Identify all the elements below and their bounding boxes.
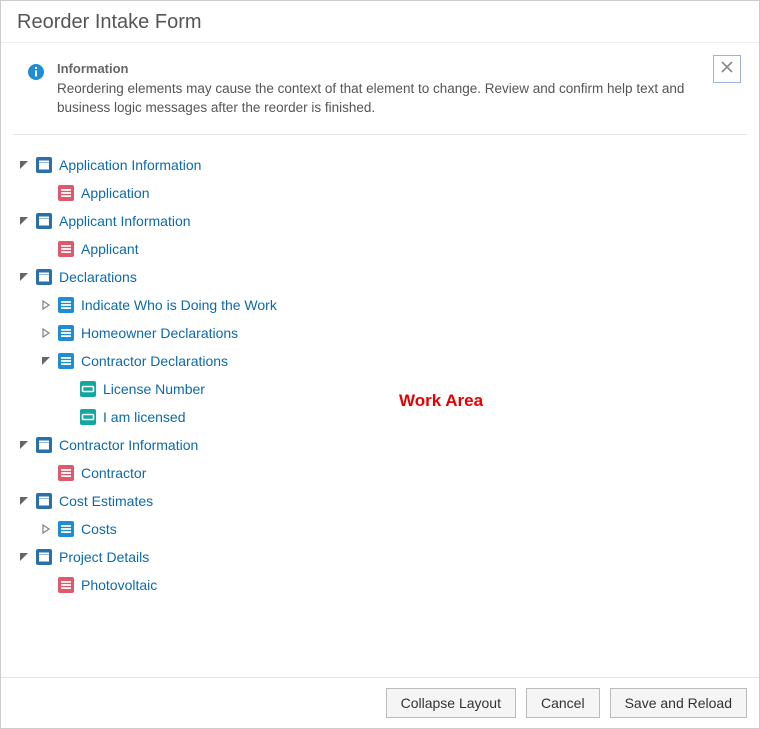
tree-label: Photovoltaic [81,577,157,593]
save-and-reload-button[interactable]: Save and Reload [610,688,747,718]
tree-node-contractor: Contractor [39,459,747,487]
collapse-toggle-icon[interactable] [17,214,31,228]
tree-label: Project Details [59,549,149,565]
tree-node-i-am-licensed: I am licensed [61,403,747,431]
tree-node-applicant: Applicant [39,235,747,263]
section_blue-icon [57,296,75,314]
tree-label: I am licensed [103,409,185,425]
folder-icon [35,436,53,454]
tree-node-application: Application [39,179,747,207]
collapse-toggle-icon[interactable] [17,494,31,508]
tree-row-indicate-who[interactable]: Indicate Who is Doing the Work [39,291,747,319]
info-icon [27,63,45,81]
reorder-intake-dialog: Reorder Intake Form Information Reorderi… [0,0,760,729]
tree-row-license-number[interactable]: License Number [61,375,747,403]
section_red-icon [57,576,75,594]
tree-children: License Number I am licensed [39,375,747,431]
dialog-footer: Collapse Layout Cancel Save and Reload [1,677,759,728]
tree-node-application-information: Application Information Application [17,151,747,207]
tree-node-costs: Costs [39,515,747,543]
tree-node-project-details: Project Details Photovoltaic [17,543,747,599]
collapse-toggle-icon[interactable] [39,354,53,368]
tree-row-homeowner-declarations[interactable]: Homeowner Declarations [39,319,747,347]
tree-node-homeowner-declarations: Homeowner Declarations [39,319,747,347]
tree-row-contractor-declarations[interactable]: Contractor Declarations [39,347,747,375]
info-heading: Information [57,61,703,76]
tree-row-costs[interactable]: Costs [39,515,747,543]
tree-children: Applicant [17,235,747,263]
tree-label: Cost Estimates [59,493,153,509]
section_blue-icon [57,520,75,538]
field_teal-icon [79,408,97,426]
collapse-toggle-icon[interactable] [17,438,31,452]
tree-row-cost-estimates[interactable]: Cost Estimates [17,487,747,515]
tree-label: Contractor [81,465,146,481]
collapse-toggle-icon[interactable] [17,158,31,172]
tree-row-i-am-licensed[interactable]: I am licensed [61,403,747,431]
tree-label: Costs [81,521,117,537]
tree-row-contractor[interactable]: Contractor [39,459,747,487]
folder-icon [35,492,53,510]
tree-label: Application [81,185,150,201]
info-text: Reordering elements may cause the contex… [57,80,703,118]
section_red-icon [57,184,75,202]
tree-label: Homeowner Declarations [81,325,238,341]
section_blue-icon [57,352,75,370]
section_red-icon [57,240,75,258]
close-icon [721,60,733,78]
tree-node-contractor-declarations: Contractor Declarations License Number I a… [39,347,747,431]
tree-node-contractor-information: Contractor Information Contractor [17,431,747,487]
tree-label: Indicate Who is Doing the Work [81,297,277,313]
tree-children: Costs [17,515,747,543]
tree-row-contractor-information[interactable]: Contractor Information [17,431,747,459]
section_red-icon [57,464,75,482]
folder-icon [35,156,53,174]
folder-icon [35,268,53,286]
dialog-title: Reorder Intake Form [1,1,759,43]
tree-node-license-number: License Number [61,375,747,403]
tree-node-declarations: Declarations Indicate Who is Doing the Wo… [17,263,747,431]
tree-node-indicate-who: Indicate Who is Doing the Work [39,291,747,319]
tree-label: Contractor Information [59,437,198,453]
tree-row-applicant[interactable]: Applicant [39,235,747,263]
tree-children: Contractor [17,459,747,487]
tree-node-photovoltaic: Photovoltaic [39,571,747,599]
tree-children: Photovoltaic [17,571,747,599]
tree-children: Application [17,179,747,207]
tree-node-applicant-information: Applicant Information Applicant [17,207,747,263]
field_teal-icon [79,380,97,398]
tree-label: License Number [103,381,205,397]
form-tree: Application InformationApplicationApplic… [13,151,747,599]
tree-node-cost-estimates: Cost Estimates Costs [17,487,747,543]
tree-row-photovoltaic[interactable]: Photovoltaic [39,571,747,599]
collapse-toggle-icon[interactable] [17,270,31,284]
expand-toggle-icon[interactable] [39,298,53,312]
collapse-toggle-icon[interactable] [17,550,31,564]
tree-label: Declarations [59,269,137,285]
tree-row-applicant-information[interactable]: Applicant Information [17,207,747,235]
info-box: Information Reordering elements may caus… [13,51,747,135]
tree-row-project-details[interactable]: Project Details [17,543,747,571]
tree-row-declarations[interactable]: Declarations [17,263,747,291]
section_blue-icon [57,324,75,342]
folder-icon [35,548,53,566]
info-close-button[interactable] [713,55,741,83]
tree-children: Indicate Who is Doing the Work Homeowner … [17,291,747,431]
cancel-button[interactable]: Cancel [526,688,600,718]
folder-icon [35,212,53,230]
expand-toggle-icon[interactable] [39,326,53,340]
tree-label: Application Information [59,157,201,173]
tree-label: Applicant [81,241,139,257]
tree-row-application-information[interactable]: Application Information [17,151,747,179]
dialog-body[interactable]: Information Reordering elements may caus… [1,43,759,677]
tree-label: Applicant Information [59,213,191,229]
tree-label: Contractor Declarations [81,353,228,369]
expand-toggle-icon[interactable] [39,522,53,536]
collapse-layout-button[interactable]: Collapse Layout [386,688,516,718]
tree-row-application[interactable]: Application [39,179,747,207]
